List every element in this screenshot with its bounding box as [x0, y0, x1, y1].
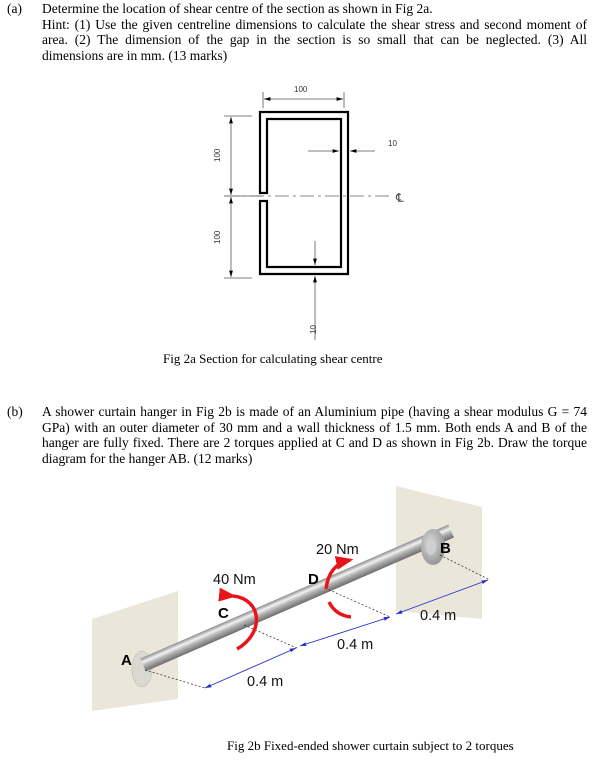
label-len-ac: 0.4 m [247, 674, 283, 690]
fig-2b-caption: Fig 2b Fixed-ended shower curtain subjec… [227, 738, 514, 753]
label-len-cd: 0.4 m [337, 637, 373, 653]
torque-d-arrow-lower [327, 601, 352, 619]
label-torque-c: 40 Nm [213, 572, 256, 588]
label-point-b: B [440, 540, 451, 557]
label-len-db: 0.4 m [420, 608, 456, 624]
label-torque-d: 20 Nm [316, 542, 359, 558]
label-point-a: A [121, 652, 132, 669]
label-point-d: D [308, 571, 319, 588]
fig-2b-hanger: A B C D 40 Nm 20 Nm 0.4 m 0.4 m 0.4 m [92, 486, 491, 711]
flange-b-hub [426, 539, 436, 555]
label-point-c: C [218, 605, 229, 622]
